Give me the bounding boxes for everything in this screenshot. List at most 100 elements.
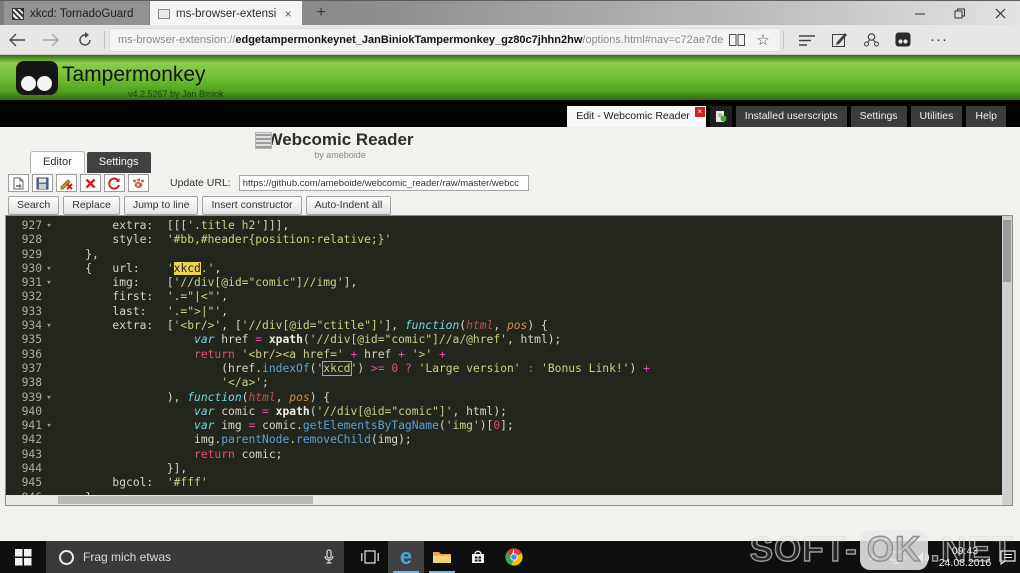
navbar-item-settings[interactable]: Settings [850,106,907,127]
line-number: 935 [21,333,42,347]
tampermonkey-version: v4.2.5267 by Jan Biniok [128,89,224,99]
tab-xkcd[interactable]: xkcd: TornadoGuard [4,1,150,26]
code-line[interactable]: last: '.=">|"', [58,305,1002,319]
code-line[interactable]: return comic; [58,448,1002,462]
code-line[interactable]: style: '#bb,#header{position:relative;}' [58,233,1002,247]
fold-arrow-icon[interactable]: ▾ [42,262,56,276]
new-file-button[interactable] [8,174,29,192]
taskbar-store-button[interactable] [460,541,496,573]
taskbar-edge-button[interactable]: e [388,541,424,573]
editor-horizontal-scrollbar[interactable] [6,495,1002,505]
fold-arrow-icon[interactable]: ▾ [42,319,56,333]
code-line[interactable]: { url: 'xkcd.', [58,261,1002,276]
refresh-button[interactable] [68,26,102,54]
web-note-icon[interactable] [826,28,852,52]
horizontal-scroll-thumb[interactable] [58,496,313,504]
restore-button[interactable] [940,1,980,26]
fold-arrow-icon[interactable]: ▾ [42,419,56,433]
close-edit-tab-icon[interactable]: × [694,107,705,117]
save-button[interactable] [32,174,53,192]
url-box[interactable]: ms-browser-extension://edgetampermonkeyn… [109,27,781,52]
back-button[interactable] [0,26,34,54]
tab-close-icon[interactable]: × [282,7,294,21]
code-line[interactable]: img: ['//div[@id="comic"]//img'], [58,276,1002,290]
fold-arrow-icon[interactable]: ▾ [42,219,56,233]
line-number: 931 [21,276,42,290]
tab-extension-options[interactable]: ms-browser-extension:/ × [150,1,302,26]
code-line[interactable]: var img = comic.getElementsByTagName('im… [58,419,1002,433]
file-explorer-icon [433,552,451,563]
search-button[interactable]: Search [8,196,60,215]
navbar-item-installed-userscripts[interactable]: Installed userscripts [735,106,847,127]
url-host: edgetampermonkeynet_JanBiniokTampermonke… [235,33,583,46]
reset-button[interactable] [104,174,125,192]
cortana-search-box[interactable]: Frag mich etwas [46,541,344,573]
new-userscript-button[interactable] [709,106,732,127]
start-button[interactable] [0,541,46,573]
code-line[interactable]: first: '.="|<"', [58,290,1002,304]
navbar-item-edit-script[interactable]: Edit - Webcomic Reader × [567,106,706,127]
fold-arrow-icon[interactable]: ▾ [42,391,56,405]
insert-constructor-button[interactable]: Insert constructor [202,196,302,215]
navbar-item-help[interactable]: Help [966,106,1006,127]
line-number: 945 [21,476,42,490]
code-line[interactable]: var comic = xpath('//div[@id="comic"]', … [58,405,1002,419]
hub-icon[interactable] [794,28,820,52]
gutter-row: 940 [6,405,58,419]
more-actions-icon[interactable]: ··· [926,28,952,52]
update-url-input[interactable] [238,175,529,191]
replace-button[interactable]: Replace [63,196,120,215]
code-line[interactable]: bgcol: '#fff' [58,476,1002,490]
share-icon[interactable] [858,28,884,52]
line-number: 932 [21,290,42,304]
taskbar-file-explorer-button[interactable] [424,541,460,573]
vertical-scroll-thumb[interactable] [1003,220,1011,282]
tab-settings[interactable]: Settings [86,152,151,173]
url-scheme: ms-browser-extension:// [118,33,236,46]
browser-tab-bar: xkcd: TornadoGuard ms-browser-extension:… [0,0,1020,26]
save-icon [36,177,49,189]
forward-button[interactable] [34,26,68,54]
editor-code: extra: [[['.title h2']]], style: '#bb,#h… [58,219,1002,506]
line-number: 928 [21,233,42,247]
code-line[interactable]: '</a>'; [58,376,1002,390]
editor-vertical-scrollbar[interactable] [1002,216,1012,505]
new-tab-button[interactable]: + [308,1,334,26]
code-line[interactable]: }], [58,462,1002,476]
close-editor-button[interactable] [80,174,101,192]
fold-arrow-icon[interactable]: ▾ [42,505,56,506]
code-line[interactable]: return '<br/><a href=' + href + '>' + [58,348,1002,362]
close-button[interactable] [980,1,1020,26]
code-line[interactable]: (href.indexOf('xkcd') >= 0 ? 'Large vers… [58,360,1002,376]
line-number: 941 [21,419,42,433]
jump-to-line-button[interactable]: Jump to line [123,196,199,215]
code-line[interactable]: extra: ['<br/>', ['//div[@id="ctitle"]']… [58,319,1002,333]
navbar-item-utilities[interactable]: Utilities [910,106,963,127]
reading-view-icon[interactable] [724,28,750,52]
syntax-check-button[interactable] [128,174,149,192]
script-header: Webcomic Reader by ameboide [250,130,430,160]
microphone-icon[interactable] [314,549,344,565]
code-line[interactable] [58,505,1002,506]
favorites-star-icon[interactable]: ☆ [750,28,776,52]
code-line[interactable]: ), function(html, pos) { [58,391,1002,405]
code-line[interactable]: }, [58,248,1002,262]
toolbar-divider [104,30,105,49]
line-number: 937 [21,361,42,375]
tab-editor[interactable]: Editor [30,151,85,173]
windows-logo-icon [14,548,31,565]
save-and-close-button[interactable] [56,174,77,192]
task-view-button[interactable] [352,541,388,573]
code-line[interactable]: img.parentNode.removeChild(img); [58,433,1002,447]
code-line[interactable]: var href = xpath('//div[@id="comic"]//a/… [58,333,1002,347]
url-path: /options.html#nav=c72ae7de-b75f-4be4-829… [582,33,724,46]
taskbar-chrome-button[interactable] [496,541,532,573]
fold-arrow-icon[interactable]: ▾ [42,276,56,290]
code-line[interactable]: extra: [[['.title h2']]], [58,219,1002,233]
minimize-button[interactable] [900,1,940,26]
code-editor[interactable]: 927 ▾ 928 929 930 ▾ 931 ▾ 932 933 934 ▾ 935 936 937 938… [5,215,1013,506]
auto-indent-all-button[interactable]: Auto-Indent all [305,196,392,215]
tampermonkey-extension-icon[interactable] [890,28,916,52]
